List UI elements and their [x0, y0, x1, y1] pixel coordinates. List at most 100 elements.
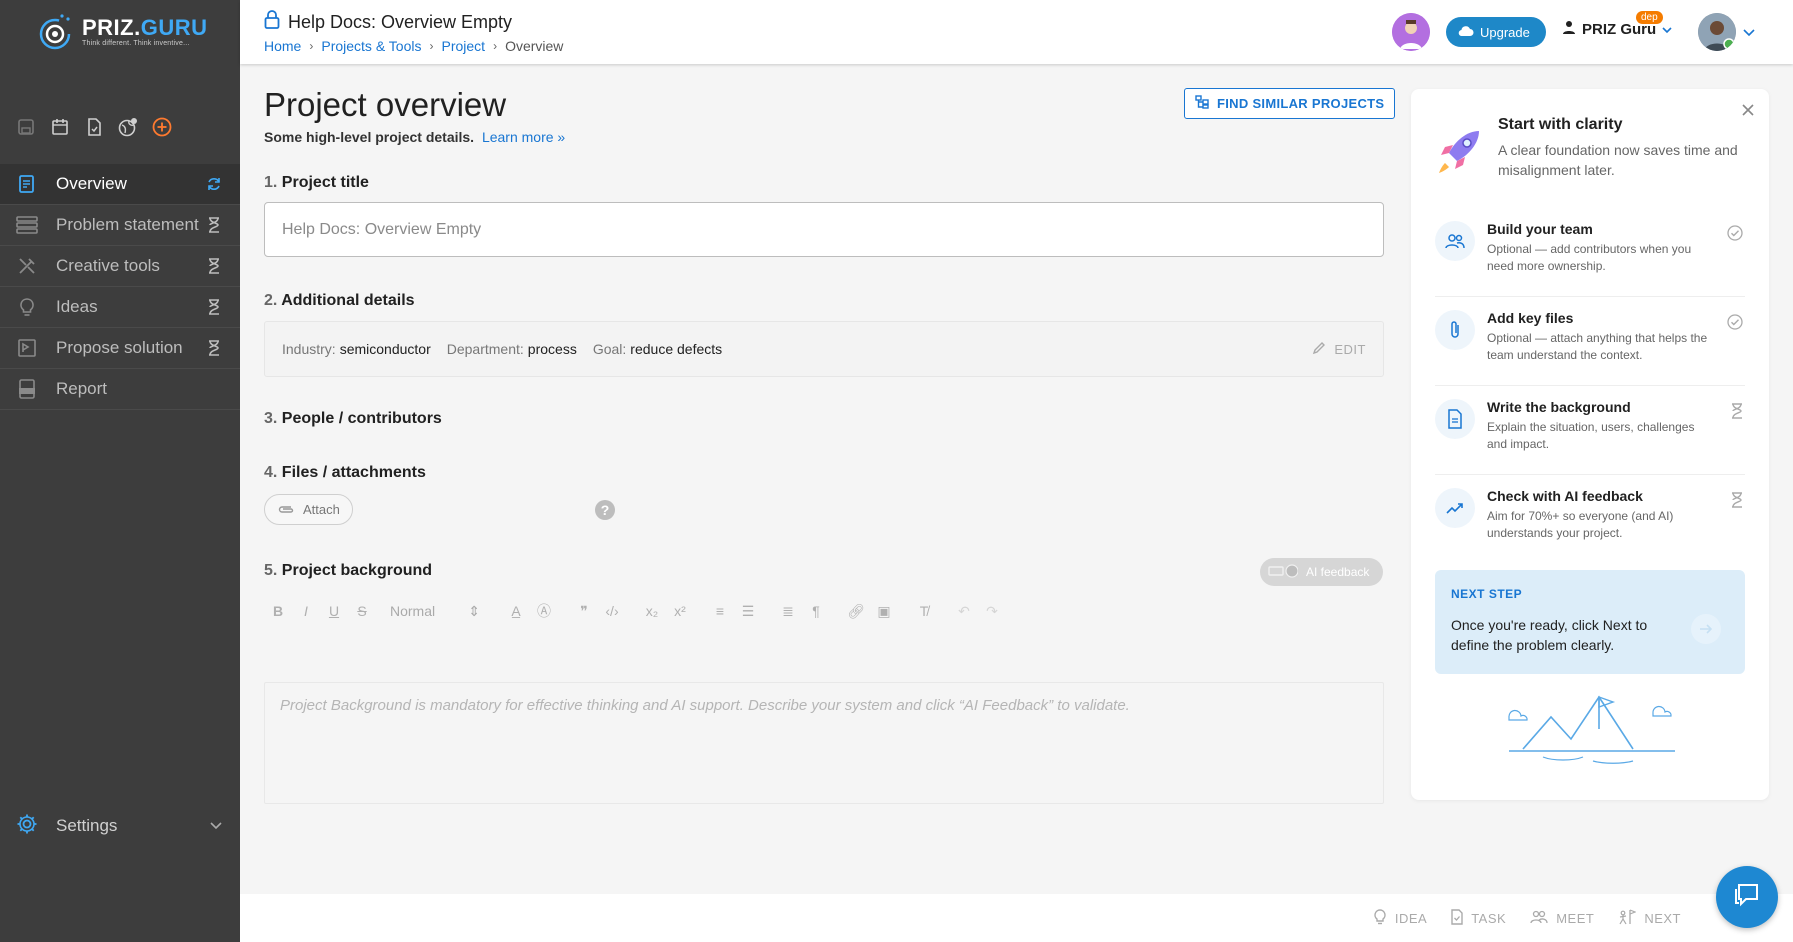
sidebar-item-label: Creative tools — [56, 256, 160, 275]
breadcrumb-project[interactable]: Project — [441, 38, 485, 54]
bold-icon[interactable]: B — [264, 603, 292, 619]
next-step-card: NEXT STEP Once you're ready, click Next … — [1435, 570, 1745, 674]
sidebar-item-settings[interactable]: Settings — [0, 806, 240, 846]
add-circle-icon[interactable] — [152, 117, 172, 137]
format-select[interactable]: Normal ⇕ — [390, 603, 480, 620]
text-color-icon[interactable]: A̲ — [502, 603, 530, 619]
edit-details-button[interactable]: EDIT — [1312, 341, 1366, 358]
goal-value: reduce defects — [630, 341, 723, 357]
assistant-avatar[interactable] — [1392, 13, 1430, 51]
undo-icon[interactable]: ↶ — [950, 603, 978, 620]
help-icon[interactable]: ? — [595, 500, 615, 520]
paperclip-icon — [1435, 310, 1475, 350]
chevron-down-icon — [210, 817, 222, 835]
sidebar-item-label: Report — [56, 379, 108, 398]
document-check-icon[interactable] — [84, 117, 104, 137]
strikethrough-icon[interactable]: S — [348, 603, 376, 619]
subtitle-text: Some high-level project details. — [264, 129, 475, 145]
calendar-icon[interactable] — [50, 117, 70, 137]
bottom-action-bar: IDEA TASK MEET NEXT — [240, 894, 1793, 942]
save-icon[interactable] — [16, 117, 36, 137]
find-similar-projects-button[interactable]: FIND SIMILAR PROJECTS — [1184, 88, 1396, 119]
step-build-team[interactable]: Build your team Optional — add contribut… — [1435, 208, 1745, 297]
panel-header: Start with clarity A clear foundation no… — [1498, 116, 1748, 180]
redo-icon[interactable]: ↷ — [978, 603, 1006, 620]
bullet-list-icon[interactable]: ☰ — [734, 603, 762, 620]
learn-more-link[interactable]: Learn more » — [482, 129, 565, 145]
logo[interactable]: PRIZ.GURU Think different. Think inventi… — [0, 0, 240, 64]
section-files-attachments: 4. Files / attachments — [264, 464, 426, 482]
sidebar-item-label: Problem statement — [56, 215, 199, 234]
industry-key: Industry: — [282, 341, 336, 357]
underline-icon[interactable]: U — [320, 603, 348, 619]
chat-button[interactable] — [1716, 866, 1778, 928]
upgrade-button[interactable]: Upgrade — [1446, 17, 1546, 47]
align-icon[interactable]: ≣ — [774, 603, 802, 620]
arrow-right-icon[interactable] — [1691, 614, 1721, 644]
italic-icon[interactable]: I — [292, 603, 320, 619]
sidebar-item-propose-solution[interactable]: Propose solution — [0, 328, 240, 369]
hourglass-icon — [206, 258, 222, 274]
step-description: Optional — attach anything that helps th… — [1487, 331, 1708, 362]
onboarding-steps: Build your team Optional — add contribut… — [1435, 208, 1745, 564]
sidebar-item-ideas[interactable]: Ideas — [0, 287, 240, 328]
hourglass-icon — [206, 340, 222, 356]
superscript-icon[interactable]: x² — [666, 603, 694, 619]
brand-name-part1: PRIZ. — [82, 15, 141, 40]
project-background-editor[interactable]: Project Background is mandatory for effe… — [264, 682, 1384, 804]
attach-button[interactable]: Attach — [264, 494, 353, 525]
meet-button[interactable]: MEET — [1530, 910, 1594, 927]
globe-share-icon[interactable] — [118, 117, 138, 137]
section-number: 1. — [264, 174, 278, 191]
idea-button[interactable]: IDEA — [1373, 908, 1427, 928]
breadcrumb: Home › Projects & Tools › Project › Over… — [264, 38, 563, 54]
project-title-input[interactable]: Help Docs: Overview Empty — [264, 202, 1384, 257]
section-label: Project background — [281, 562, 433, 579]
section-people-contributors: 3. People / contributors — [264, 410, 442, 428]
sidebar-item-report[interactable]: Report — [0, 369, 240, 410]
chevron-right-icon: › — [429, 39, 434, 53]
task-button[interactable]: TASK — [1451, 908, 1507, 928]
background-color-icon[interactable]: Ⓐ — [530, 601, 558, 621]
sidebar-item-creative-tools[interactable]: Creative tools — [0, 246, 240, 287]
step-description: Explain the situation, users, challenges… — [1487, 420, 1695, 451]
link-icon[interactable]: 🔗︎ — [842, 603, 870, 620]
select-arrows-icon: ⇕ — [468, 602, 480, 619]
code-icon[interactable]: ‹/› — [598, 603, 626, 619]
edit-label: EDIT — [1334, 341, 1366, 357]
sidebar-item-problem-statement[interactable]: Problem statement — [0, 205, 240, 246]
sync-icon — [206, 176, 222, 192]
chevron-down-icon[interactable] — [1743, 24, 1755, 42]
sidebar-toolbar — [0, 64, 240, 164]
sidebar-item-overview[interactable]: Overview — [0, 164, 240, 205]
task-document-icon — [1451, 908, 1463, 928]
lock-icon — [264, 10, 280, 35]
user-avatar[interactable] — [1698, 13, 1736, 51]
page-title: Project overview — [264, 86, 507, 123]
subscript-icon[interactable]: x₂ — [638, 603, 666, 619]
breadcrumb-home[interactable]: Home — [264, 38, 301, 54]
text-direction-icon[interactable]: ¶ — [802, 603, 830, 619]
paperclip-icon — [277, 502, 295, 517]
image-icon[interactable]: ▣ — [870, 603, 898, 620]
step-title: Build your team — [1487, 221, 1593, 237]
ai-robot-icon — [1268, 562, 1299, 583]
find-similar-label: FIND SIMILAR PROJECTS — [1217, 96, 1385, 111]
ordered-list-icon[interactable]: ≡ — [706, 603, 734, 619]
step-write-background[interactable]: Write the background Explain the situati… — [1435, 386, 1745, 475]
step-check-ai-feedback[interactable]: Check with AI feedback Aim for 70%+ so e… — [1435, 475, 1745, 564]
ai-feedback-button[interactable]: AI feedback — [1260, 558, 1384, 586]
additional-details-box: Industry: semiconductor Department: proc… — [264, 321, 1384, 377]
clear-format-icon[interactable]: T̸ — [910, 603, 938, 619]
section-project-title: 1. Project title — [264, 174, 369, 192]
top-header: Help Docs: Overview Empty Home › Project… — [240, 0, 1793, 64]
section-label: Additional details — [281, 292, 415, 309]
check-circle-icon — [1727, 225, 1743, 246]
next-button[interactable]: NEXT — [1618, 908, 1681, 928]
blockquote-icon[interactable]: ❞ — [570, 603, 598, 620]
task-label: TASK — [1471, 910, 1507, 926]
tools-icon — [16, 255, 38, 277]
step-add-key-files[interactable]: Add key files Optional — attach anything… — [1435, 297, 1745, 386]
section-number: 2. — [264, 292, 278, 309]
breadcrumb-projects-tools[interactable]: Projects & Tools — [321, 38, 421, 54]
